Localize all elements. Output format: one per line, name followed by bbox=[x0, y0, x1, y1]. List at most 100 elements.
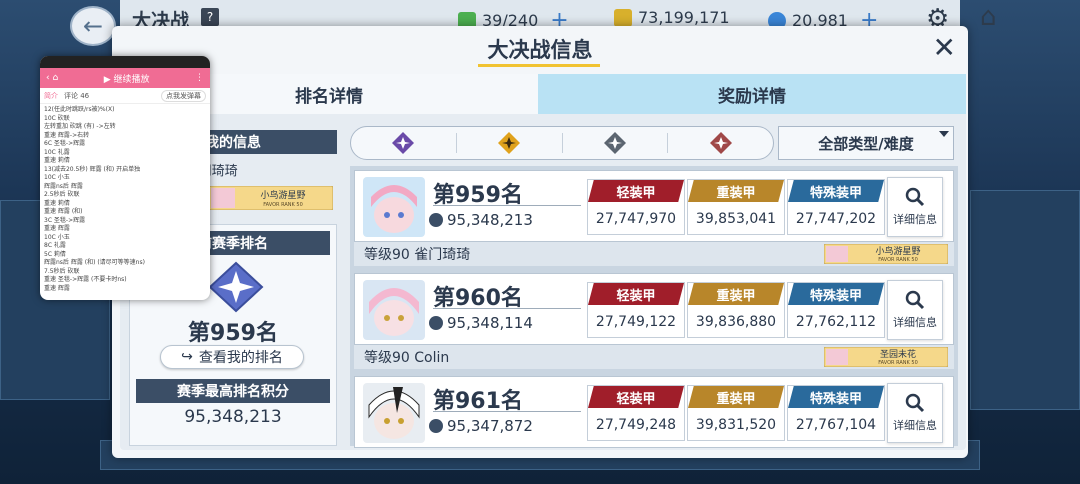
type-difficulty-dropdown[interactable]: 全部类型/难度 bbox=[778, 126, 954, 160]
overlay-note-line: 重速 辉露 (和) bbox=[44, 208, 83, 215]
dropdown-label: 全部类型/难度 bbox=[818, 134, 914, 153]
light-armor-label: 轻装甲 bbox=[588, 283, 684, 305]
score-icon bbox=[429, 419, 443, 433]
overlay-note-line: 2.5秒后 砍联 bbox=[44, 191, 80, 198]
my-favor-rank: FAVOR RANK 50 bbox=[263, 202, 303, 208]
back-button[interactable]: ← bbox=[70, 6, 116, 46]
overlay-note-line: 重速 辉露 bbox=[44, 284, 70, 292]
light-armor-cell: 轻装甲 27,749,248 bbox=[587, 385, 685, 441]
filter-extreme[interactable] bbox=[563, 132, 669, 154]
heavy-armor-label: 重装甲 bbox=[688, 386, 784, 408]
entry-student-tag: 圣园未花 FAVOR RANK 50 bbox=[824, 347, 948, 367]
difficulty-filter bbox=[350, 126, 774, 160]
heavy-armor-cell: 重装甲 39,853,041 bbox=[687, 179, 785, 235]
entry-student-name: 圣园未花 bbox=[880, 348, 916, 360]
dialog-title: 大决战信息 bbox=[487, 38, 593, 62]
my-student-name: 小鸟游星野 bbox=[260, 189, 305, 201]
score-icon bbox=[429, 213, 443, 227]
magnifier-icon bbox=[905, 187, 925, 207]
overlay-notes-list: 12(任此时跳跃/rs被)%(X) 10C 砍联 左转重加 砍跳 (有) ->左转重… bbox=[40, 104, 210, 295]
view-my-rank-label: 查看我的排名 bbox=[198, 350, 283, 366]
overlay-note-line: 辉露ns后 辉露 bbox=[44, 182, 83, 190]
overlay-tabs: 简介 评论 46 点我发弹幕 bbox=[40, 88, 210, 104]
overlay-note-line: 8C 礼露 bbox=[44, 242, 66, 249]
video-overlay-window[interactable]: ‹ ⌂ ▶ 继续播放 ⋮ 简介 评论 46 点我发弹幕 12(任此时跳跃/rs被… bbox=[40, 56, 210, 300]
heavy-armor-score: 39,831,520 bbox=[695, 417, 777, 433]
detail-label: 详细信息 bbox=[893, 213, 937, 226]
ranking-entry-card: 第959名 95,348,213 轻装甲 27,747,970 重装甲 39,8… bbox=[354, 170, 954, 242]
overlay-note-line: 10C 小玉 bbox=[44, 174, 70, 181]
overlay-note-line: 重速 辉露->右转 bbox=[44, 131, 90, 139]
overlay-note-line: 辉露ns后 辉露 (和) (请尽可等等速ns) bbox=[44, 259, 145, 266]
continue-play-button[interactable]: ▶ 继续播放 bbox=[104, 72, 150, 85]
entry-player-row: 等级90 Colin 圣园未花 FAVOR RANK 50 bbox=[354, 345, 954, 369]
magnifier-icon bbox=[905, 393, 925, 413]
bg-console-right bbox=[970, 190, 1080, 410]
heavy-armor-score: 39,853,041 bbox=[695, 211, 777, 227]
hardcore-icon bbox=[709, 132, 732, 154]
special-armor-cell: 特殊装甲 27,767,104 bbox=[787, 385, 885, 441]
detail-button[interactable]: 详细信息 bbox=[887, 177, 943, 237]
tab-intro[interactable]: 简介 bbox=[44, 91, 58, 101]
entry-favor-rank: FAVOR RANK 50 bbox=[878, 360, 918, 366]
raid-info-dialog: 大决战信息 ✕ 排名详情 奖励详情 我的信息 等级90 雀门琦琦 小鸟游星野 F… bbox=[112, 26, 968, 458]
torment-icon bbox=[392, 132, 415, 154]
detail-button[interactable]: 详细信息 bbox=[887, 383, 943, 443]
entry-player-name: 等级90 雀门琦琦 bbox=[364, 247, 471, 263]
credits-value: 73,199,171 bbox=[638, 8, 730, 27]
special-armor-label: 特殊装甲 bbox=[788, 180, 884, 202]
overlay-more-icon[interactable]: ⋮ bbox=[195, 73, 204, 83]
special-armor-score: 27,762,112 bbox=[795, 314, 877, 330]
tab-comments[interactable]: 评论 46 bbox=[64, 91, 89, 101]
light-armor-score: 27,749,122 bbox=[595, 314, 677, 330]
entry-student-name: 小鸟游星野 bbox=[875, 245, 920, 257]
entry-separator bbox=[433, 308, 581, 309]
dialog-body: 排名详情 奖励详情 我的信息 等级90 雀门琦琦 小鸟游星野 FAVOR RAN… bbox=[120, 74, 966, 450]
detail-button[interactable]: 详细信息 bbox=[887, 280, 943, 340]
close-button[interactable]: ✕ bbox=[933, 34, 956, 62]
overlay-back-icon[interactable]: ‹ ⌂ bbox=[46, 73, 58, 83]
entry-player-name: 等级90 Colin bbox=[364, 350, 450, 366]
entry-separator bbox=[433, 411, 581, 412]
overlay-note-line: 10C 砍联 bbox=[44, 114, 70, 122]
filter-insane[interactable] bbox=[457, 132, 563, 154]
light-armor-score: 27,749,248 bbox=[595, 417, 677, 433]
ranking-entry-card: 第961名 95,347,872 轻装甲 27,749,248 重装甲 39,8… bbox=[354, 376, 954, 448]
heavy-armor-cell: 重装甲 39,831,520 bbox=[687, 385, 785, 441]
overlay-note-line: 3C 圣毯->辉露 bbox=[44, 216, 86, 224]
credits-counter: 73,199,171 bbox=[614, 8, 730, 27]
overlay-note-line: 重速 莉倩 bbox=[44, 157, 70, 164]
overlay-note-line: 13(减去20.5秒) 辉露 (和) 开启单独 bbox=[44, 165, 141, 173]
overlay-note-line: 7.5秒后 砍联 bbox=[44, 267, 80, 275]
filter-hardcore[interactable] bbox=[668, 132, 773, 154]
ranking-entry-card: 第960名 95,348,114 轻装甲 27,749,122 重装甲 39,8… bbox=[354, 273, 954, 345]
special-armor-label: 特殊装甲 bbox=[788, 386, 884, 408]
entry-score-value: 95,347,872 bbox=[447, 417, 533, 435]
entry-student-tag: 小鸟游星野 FAVOR RANK 50 bbox=[824, 244, 948, 264]
filter-torment[interactable] bbox=[351, 132, 457, 154]
overlay-note-line: 12(任此时跳跃/rs被)%(X) bbox=[44, 106, 115, 113]
rank-emblem-icon bbox=[208, 261, 264, 313]
special-armor-cell: 特殊装甲 27,762,112 bbox=[787, 282, 885, 338]
best-score-heading: 赛季最高排名积分 bbox=[136, 379, 330, 403]
magnifier-icon bbox=[905, 290, 925, 310]
overlay-note-line: 6C 圣毯->辉露 bbox=[44, 140, 86, 147]
home-icon[interactable]: ⌂ bbox=[980, 2, 1014, 32]
tab-reward-details[interactable]: 奖励详情 bbox=[538, 74, 966, 114]
entry-favor-rank: FAVOR RANK 50 bbox=[878, 257, 918, 263]
arrow-left-icon: ← bbox=[82, 12, 104, 40]
ranking-entry: 第959名 95,348,213 轻装甲 27,747,970 重装甲 39,8… bbox=[354, 170, 954, 270]
danmu-input[interactable]: 点我发弹幕 bbox=[161, 89, 206, 102]
ranking-entry: 第961名 95,347,872 轻装甲 27,749,248 重装甲 39,8… bbox=[354, 376, 954, 448]
special-armor-label: 特殊装甲 bbox=[788, 283, 884, 305]
player-avatar bbox=[363, 177, 425, 237]
light-armor-score: 27,747,970 bbox=[595, 211, 677, 227]
ranking-list[interactable]: 第959名 95,348,213 轻装甲 27,747,970 重装甲 39,8… bbox=[350, 166, 958, 448]
help-icon[interactable]: ? bbox=[201, 8, 219, 26]
overlay-player-bar: ‹ ⌂ ▶ 继续播放 ⋮ bbox=[40, 68, 210, 88]
special-armor-score: 27,767,104 bbox=[795, 417, 877, 433]
light-armor-cell: 轻装甲 27,747,970 bbox=[587, 179, 685, 235]
entry-score-value: 95,348,213 bbox=[447, 211, 533, 229]
view-my-rank-button[interactable]: ↪ 查看我的排名 bbox=[160, 345, 304, 369]
overlay-note-line: 重速 辉露 bbox=[44, 225, 70, 232]
